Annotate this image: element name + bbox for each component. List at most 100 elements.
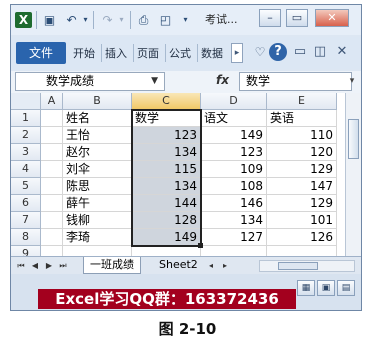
cell-a6[interactable] [41, 195, 63, 212]
formula-bar: 数学成绩 ▼ fx 数学 ▾ [11, 71, 361, 93]
cell-a7[interactable] [41, 212, 63, 229]
name-box[interactable]: 数学成绩 ▼ [15, 72, 165, 91]
column-header-d[interactable]: D [201, 93, 267, 110]
row-header-4[interactable]: 4 [11, 161, 41, 178]
cell-e8[interactable]: 126 [267, 229, 337, 246]
cell-b5[interactable]: 陈思 [63, 178, 132, 195]
page-break-view-icon[interactable]: ▤ [337, 280, 355, 296]
cell-e5[interactable]: 147 [267, 178, 337, 195]
fill-handle[interactable] [198, 243, 203, 248]
cell-c3[interactable]: 134 [132, 144, 201, 161]
save-icon[interactable]: ▣ [41, 12, 58, 28]
print-icon[interactable]: ⎙ [135, 12, 152, 28]
cell-e2[interactable]: 110 [267, 127, 337, 144]
row-header-1[interactable]: 1 [11, 110, 41, 127]
vertical-scroll-thumb[interactable] [348, 119, 359, 159]
first-sheet-icon[interactable]: ⏮ [15, 259, 27, 272]
row-header-3[interactable]: 3 [11, 144, 41, 161]
cell-a5[interactable] [41, 178, 63, 195]
cell-d3[interactable]: 123 [201, 144, 267, 161]
vertical-scrollbar[interactable] [345, 93, 361, 256]
chevron-down-icon[interactable]: ▼ [151, 73, 158, 90]
cell-a3[interactable] [41, 144, 63, 161]
normal-view-icon[interactable]: ▦ [297, 280, 315, 296]
excel-logo-icon[interactable]: X [15, 12, 32, 28]
window-title: 考试... [205, 13, 238, 26]
tab-page-layout[interactable]: 页面 [137, 45, 159, 61]
tab-home[interactable]: 开始 [73, 45, 95, 61]
sheet-tab-2[interactable]: Sheet2 [153, 257, 204, 274]
tab-file[interactable]: 文件 [16, 42, 66, 64]
column-header-a[interactable]: A [41, 93, 63, 110]
cell-c7[interactable]: 128 [132, 212, 201, 229]
close-icon[interactable]: ✕ [315, 9, 349, 27]
tab-formulas[interactable]: 公式 [169, 45, 191, 61]
cell-c5[interactable]: 134 [132, 178, 201, 195]
restore-icon[interactable]: ▭ [286, 9, 308, 27]
tabs-scroll-icon[interactable]: ▸ [231, 43, 243, 63]
horizontal-scroll-thumb[interactable] [278, 262, 318, 270]
worksheet-grid[interactable]: A B C D E 1 姓名 数学 语文 英语 2 王怡 123 149 110 3 赵尔 134 123 120 4 刘… [11, 93, 345, 263]
row-header-8[interactable]: 8 [11, 229, 41, 246]
cell-a8[interactable] [41, 229, 63, 246]
tab-data[interactable]: 数据 [201, 45, 223, 61]
cell-e3[interactable]: 120 [267, 144, 337, 161]
cell-d4[interactable]: 109 [201, 161, 267, 178]
redo-dropdown-icon[interactable]: ▾ [113, 12, 130, 28]
horizontal-scrollbar[interactable] [259, 260, 355, 272]
prev-sheet-icon[interactable]: ◀ [29, 259, 41, 272]
row-header-2[interactable]: 2 [11, 127, 41, 144]
row-header-6[interactable]: 6 [11, 195, 41, 212]
cell-b6[interactable]: 薛午 [63, 195, 132, 212]
cell-e4[interactable]: 129 [267, 161, 337, 178]
cell-a1[interactable] [41, 110, 63, 127]
cell-d2[interactable]: 149 [201, 127, 267, 144]
heart-icon[interactable]: ♡ [251, 43, 269, 61]
column-header-e[interactable]: E [267, 93, 337, 110]
ribbon-minimize-icon[interactable]: ▭ [291, 43, 309, 61]
customize-icon[interactable]: ▾ [177, 12, 194, 28]
cell-b8[interactable]: 李琦 [63, 229, 132, 246]
cell-d5[interactable]: 108 [201, 178, 267, 195]
sheet-scroll-icon[interactable]: ▸ [219, 259, 231, 272]
cell-e7[interactable]: 101 [267, 212, 337, 229]
column-header-b[interactable]: B [63, 93, 132, 110]
expand-formula-bar-icon[interactable]: ▾ [346, 73, 358, 89]
column-header-c[interactable]: C [132, 93, 201, 110]
undo-dropdown-icon[interactable]: ▾ [77, 12, 94, 28]
cell-d7[interactable]: 134 [201, 212, 267, 229]
cell-b7[interactable]: 钱柳 [63, 212, 132, 229]
cell-d8[interactable]: 127 [201, 229, 267, 246]
close-workbook-icon[interactable]: ✕ [333, 43, 351, 61]
cell-c4[interactable]: 115 [132, 161, 201, 178]
row-header-5[interactable]: 5 [11, 178, 41, 195]
tab-insert[interactable]: 插入 [105, 45, 127, 61]
page-layout-view-icon[interactable]: ▣ [317, 280, 335, 296]
cell-e6[interactable]: 129 [267, 195, 337, 212]
cell-e1[interactable]: 英语 [267, 110, 337, 127]
formula-input[interactable]: 数学 [239, 72, 352, 91]
restore-window-icon[interactable]: ◫ [311, 43, 329, 61]
insert-sheet-icon[interactable]: ◂ [205, 259, 217, 272]
cell-b4[interactable]: 刘伞 [63, 161, 132, 178]
cell-c6[interactable]: 144 [132, 195, 201, 212]
help-icon[interactable]: ? [269, 43, 287, 61]
cell-b1[interactable]: 姓名 [63, 110, 132, 127]
cell-d1[interactable]: 语文 [201, 110, 267, 127]
cell-a2[interactable] [41, 127, 63, 144]
cell-b3[interactable]: 赵尔 [63, 144, 132, 161]
next-sheet-icon[interactable]: ▶ [43, 259, 55, 272]
row-header-7[interactable]: 7 [11, 212, 41, 229]
cell-a4[interactable] [41, 161, 63, 178]
cell-c1[interactable]: 数学 [132, 110, 201, 127]
minimize-icon[interactable]: – [259, 9, 281, 27]
cell-d6[interactable]: 146 [201, 195, 267, 212]
sheet-tab-1[interactable]: 一班成绩 [83, 257, 141, 274]
cell-c2[interactable]: 123 [132, 127, 201, 144]
select-all-corner[interactable] [11, 93, 41, 110]
cell-c8[interactable]: 149 [132, 229, 201, 246]
cell-b2[interactable]: 王怡 [63, 127, 132, 144]
last-sheet-icon[interactable]: ⏭ [57, 259, 69, 272]
fx-icon[interactable]: fx [216, 73, 229, 87]
format-painter-icon[interactable]: ◰ [157, 12, 174, 28]
